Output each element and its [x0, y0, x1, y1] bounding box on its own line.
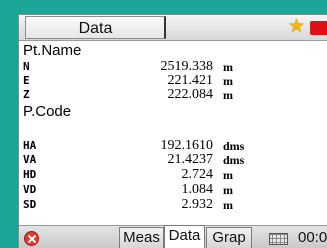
meas-row-va: VA 21.4237 dms: [19, 152, 327, 167]
meas-unit: m: [223, 183, 233, 197]
meas-unit: m: [223, 198, 233, 212]
keyboard-icon[interactable]: [269, 233, 288, 245]
coord-unit: m: [223, 74, 233, 88]
clock: 00:0: [298, 229, 327, 246]
meas-row-hd: HD 2.724 m: [19, 167, 327, 182]
coord-key: Z: [23, 88, 30, 101]
coord-row-z: Z 222.084 m: [19, 87, 327, 102]
tab-meas[interactable]: Meas: [119, 227, 164, 248]
device-screen: Data ★ Pt.Name N 2519.338 m E 221.421 m …: [18, 14, 327, 248]
bottom-bar: Meas Data Grap 00:0: [19, 225, 327, 248]
coord-row-e: E 221.421 m: [19, 73, 327, 88]
meas-key: VA: [23, 153, 37, 166]
title-cell: Data: [25, 16, 166, 39]
record-icon[interactable]: [310, 21, 327, 35]
meas-value: 2.724: [181, 167, 214, 182]
coord-row-n: N 2519.338 m: [19, 59, 327, 74]
coord-value: 222.084: [167, 87, 214, 102]
meas-key: SD: [23, 198, 37, 211]
close-icon[interactable]: [24, 231, 39, 246]
tab-grap[interactable]: Grap: [206, 227, 252, 248]
meas-key: VD: [23, 183, 37, 196]
pt-name-label: Pt.Name: [23, 42, 82, 59]
meas-value: 21.4237: [167, 152, 214, 167]
meas-row-vd: VD 1.084 m: [19, 182, 327, 197]
coord-unit: m: [223, 88, 233, 102]
meas-unit: dms: [223, 139, 245, 153]
meas-row-sd: SD 2.932 m: [19, 197, 327, 212]
meas-value: 1.084: [181, 182, 214, 197]
p-code-label: P.Code: [23, 103, 72, 120]
meas-row-ha: HA 192.1610 dms: [19, 138, 327, 153]
coord-key: N: [23, 60, 30, 73]
meas-unit: dms: [223, 153, 245, 167]
meas-key: HD: [23, 168, 37, 181]
coord-unit: m: [223, 60, 233, 74]
meas-key: HA: [23, 139, 37, 152]
meas-unit: m: [223, 168, 233, 182]
title-bar: Data ★: [19, 15, 327, 41]
star-icon[interactable]: ★: [288, 17, 305, 37]
coord-key: E: [23, 74, 30, 87]
tab-data[interactable]: Data: [164, 225, 205, 248]
meas-value: 2.932: [181, 197, 214, 212]
window-title: Data: [78, 20, 113, 37]
